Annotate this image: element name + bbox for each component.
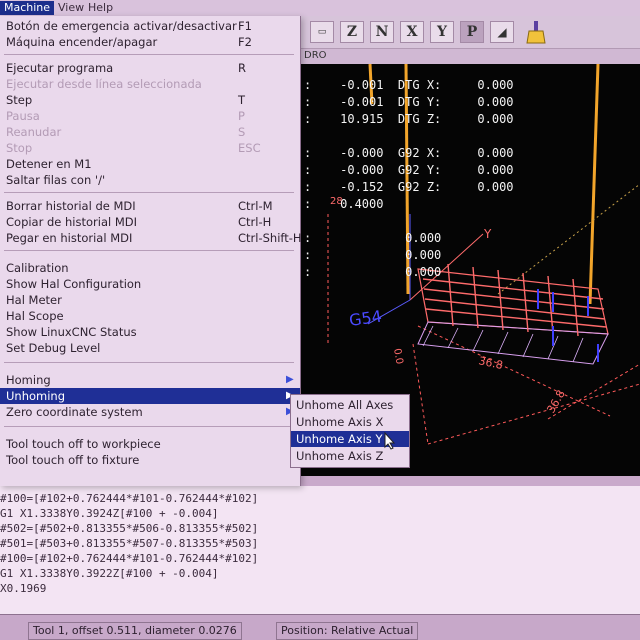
menu-item-homing[interactable]: Homing ▶: [0, 372, 300, 388]
dro-row-3: : 10.915 DTG Z: 0.000: [304, 112, 514, 126]
rotate-view-button[interactable]: ◢: [490, 21, 514, 43]
view-x-button[interactable]: X: [400, 21, 424, 43]
view-y-button[interactable]: Y: [430, 21, 454, 43]
gcode-line[interactable]: X0.1969: [0, 582, 46, 595]
view-z-button[interactable]: Z: [340, 21, 364, 43]
gcode-listing[interactable]: #100=[#102+0.762444*#101-0.762444*#102] …: [0, 486, 640, 614]
linuxcnc-window: Machine View Help ▭ Z N X Y P ◢ DRO Y G5…: [0, 0, 640, 640]
menu-help[interactable]: Help: [88, 1, 113, 14]
menu-item-paste-mdi-history[interactable]: Pegar en historial MDI Ctrl-Shift-H: [0, 230, 302, 246]
status-bar: Tool 1, offset 0.511, diameter 0.0276 Po…: [0, 614, 640, 640]
menu-view[interactable]: View: [58, 1, 84, 14]
y-axis-label: Y: [483, 227, 492, 241]
view-perspective-button[interactable]: ▭: [310, 21, 334, 43]
submenu-unhome-x[interactable]: Unhome Axis X: [291, 414, 409, 430]
view-toolbar: ▭ Z N X Y P ◢: [298, 16, 640, 49]
menu-separator: [4, 362, 294, 363]
menu-machine[interactable]: Machine: [0, 1, 55, 15]
menu-item-stop[interactable]: Stop ESC: [0, 140, 300, 156]
dro-row-1: : -0.001 DTG X: 0.000: [304, 78, 514, 92]
tab-dro[interactable]: DRO: [304, 50, 327, 61]
gcode-line[interactable]: G1 X1.3338Y0.3922Z[#100 + -0.004]: [0, 567, 219, 580]
dro-row-7: : 0.4000: [304, 197, 384, 211]
menu-item-skip-lines[interactable]: Saltar filas con '/': [0, 172, 300, 188]
clear-plot-icon[interactable]: [526, 20, 546, 48]
submenu-arrow-icon: ▶: [286, 374, 294, 385]
menu-item-linuxcnc-status[interactable]: Show LinuxCNC Status: [0, 324, 300, 340]
gcode-line[interactable]: #501=[#503+0.813355*#507-0.813355*#503]: [0, 537, 258, 550]
gcode-line[interactable]: #502=[#502+0.813355*#506-0.813355*#502]: [0, 522, 258, 535]
menu-item-machine-power[interactable]: Máquina encender/apagar F2: [0, 34, 300, 50]
menu-item-run-from-line[interactable]: Ejecutar desde línea seleccionada: [0, 76, 300, 92]
mouse-cursor-icon: [384, 431, 396, 454]
gcode-line[interactable]: G1 X1.3338Y0.3924Z[#100 + -0.004]: [0, 507, 219, 520]
machine-menu: Botón de emergencia activar/desactivar F1…: [0, 16, 302, 486]
dro-row-9: : 0.000: [304, 248, 442, 262]
menu-item-unhoming[interactable]: Unhoming▶: [0, 388, 300, 404]
menu-separator: [4, 426, 294, 427]
y-dimension-label: 36.8: [544, 388, 568, 416]
menu-item-step[interactable]: Step T: [0, 92, 300, 108]
menubar: Machine View Help: [0, 0, 640, 17]
position-status: Position: Relative Actual: [276, 622, 419, 640]
menu-separator: [4, 250, 294, 251]
view-z2-button[interactable]: N: [370, 21, 394, 43]
gcode-line[interactable]: #100=[#102+0.762444*#101-0.762444*#102]: [0, 552, 258, 565]
toolpath-part: [417, 263, 609, 365]
menu-item-clear-mdi-history[interactable]: Borrar historial de MDI Ctrl-M: [0, 198, 300, 214]
gcode-line[interactable]: #100=[#102+0.762444*#101-0.762444*#102]: [0, 492, 258, 505]
unhoming-submenu: Unhome All Axes Unhome Axis X Unhome Axi…: [290, 394, 410, 468]
dro-row-8: : 0.000: [304, 231, 442, 245]
menu-item-touch-off-workpiece[interactable]: Tool touch off to workpiece: [0, 436, 300, 452]
menu-separator: [4, 54, 294, 55]
menu-item-stop-m1[interactable]: Detener en M1: [0, 156, 300, 172]
view-p-button[interactable]: P: [460, 21, 484, 43]
menu-item-pause[interactable]: Pausa P: [0, 108, 300, 124]
menu-item-resume[interactable]: Reanudar S: [0, 124, 300, 140]
menu-separator: [4, 192, 294, 193]
menu-item-calibration[interactable]: Calibration: [0, 260, 300, 276]
g54-label: G54: [348, 307, 383, 330]
menu-item-touch-off-fixture[interactable]: Tool touch off to fixture: [0, 452, 300, 468]
menu-item-copy-mdi-history[interactable]: Copiar de historial MDI Ctrl-H: [0, 214, 300, 230]
dro-row-5: : -0.000 G92 Y: 0.000: [304, 163, 514, 177]
submenu-unhome-all[interactable]: Unhome All Axes: [291, 397, 409, 413]
origin-label: 0.0: [391, 348, 405, 366]
preview-tabs: DRO: [298, 49, 640, 64]
dro-row-2: : -0.001 DTG Y: 0.000: [304, 95, 514, 109]
tool-status: Tool 1, offset 0.511, diameter 0.0276: [28, 622, 242, 640]
menu-item-hal-scope[interactable]: Hal Scope: [0, 308, 300, 324]
menu-item-estop[interactable]: Botón de emergencia activar/desactivar F1: [0, 18, 300, 34]
dro-row-4: : -0.000 G92 X: 0.000: [304, 146, 514, 160]
menu-item-hal-meter[interactable]: Hal Meter: [0, 292, 300, 308]
menu-item-show-hal-config[interactable]: Show Hal Configuration: [0, 276, 300, 292]
menu-item-debug-level[interactable]: Set Debug Level: [0, 340, 300, 356]
dro-row-6: : -0.152 G92 Z: 0.000: [304, 180, 514, 194]
menu-item-run-program[interactable]: Ejecutar programa R: [0, 60, 300, 76]
x-dimension-label: 36.8: [477, 354, 504, 372]
menu-item-zero-coordinate-system[interactable]: Zero coordinate system▶: [0, 404, 300, 420]
dro-row-10: : 0.000: [304, 265, 442, 279]
